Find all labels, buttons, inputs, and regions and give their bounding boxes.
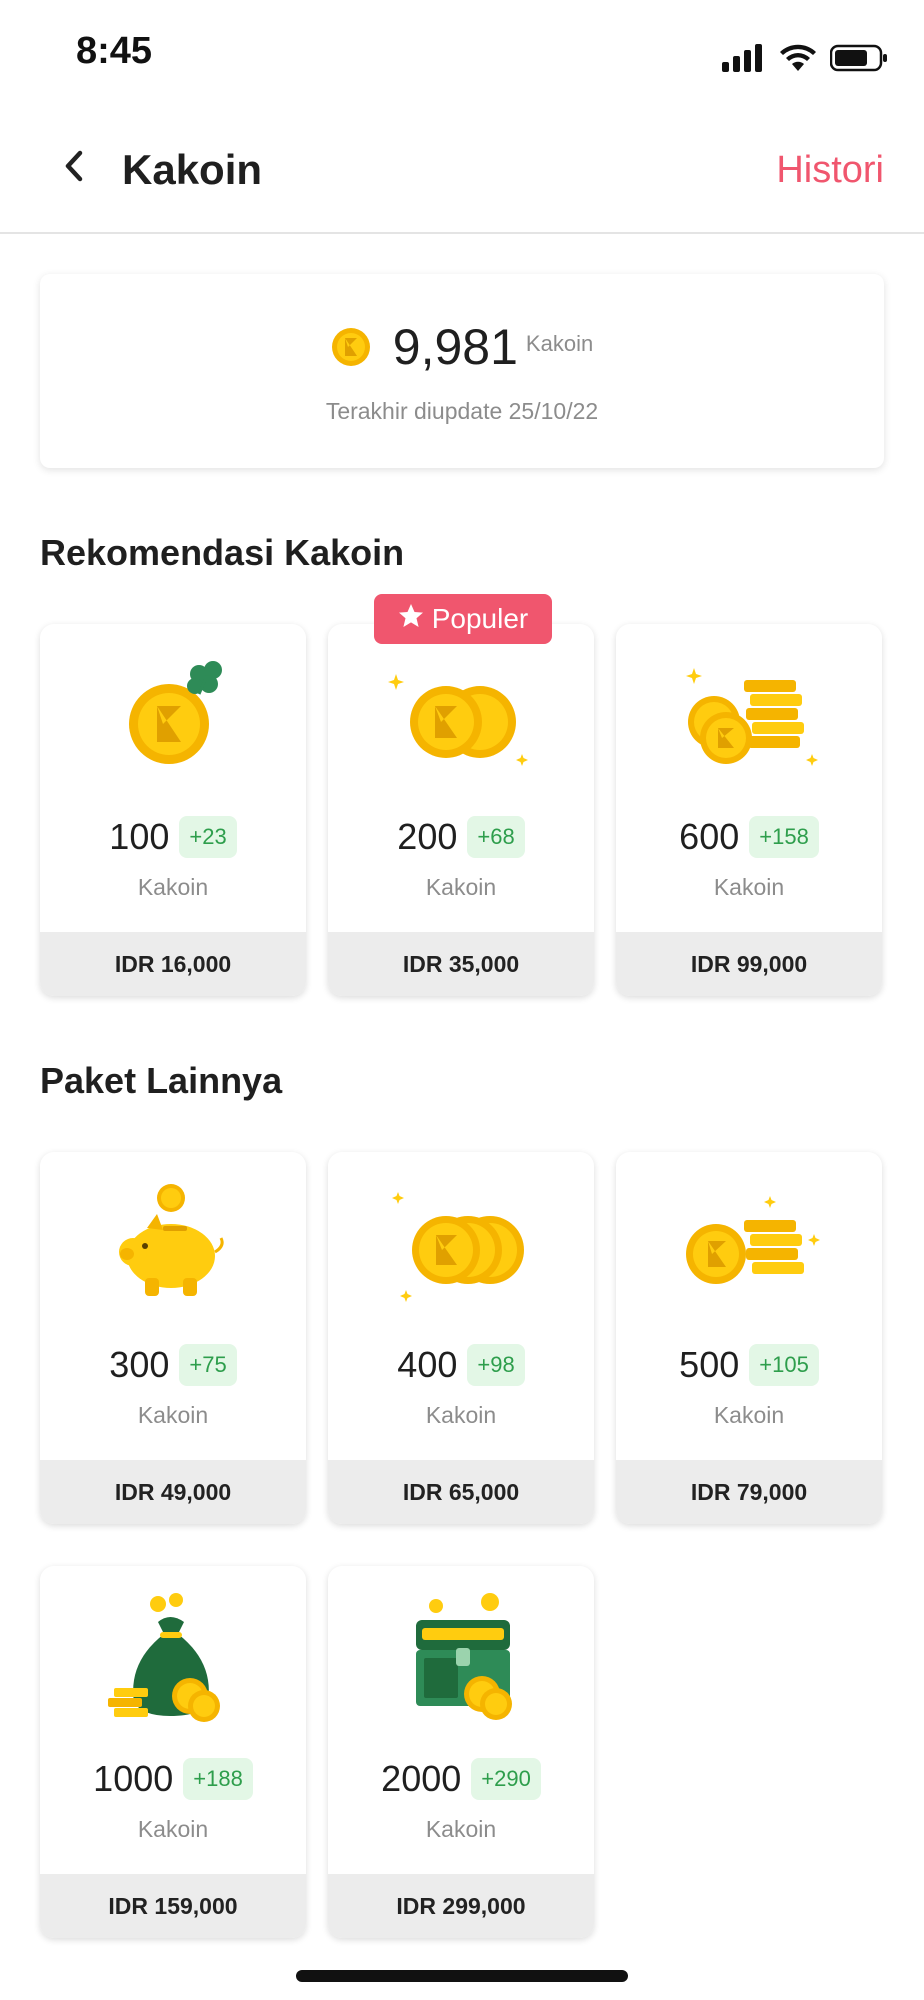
back-button[interactable] xyxy=(44,138,104,198)
battery-icon xyxy=(829,44,888,77)
two-coins-icon xyxy=(328,650,594,780)
treasure-chest-icon xyxy=(328,1592,594,1722)
populer-badge: Populer xyxy=(374,594,552,644)
section-title-recommended: Rekomendasi Kakoin xyxy=(40,532,405,573)
package-bonus-badge: +68 xyxy=(467,816,525,858)
package-amount: 200 xyxy=(397,816,458,857)
status-bar: 8:45 xyxy=(0,0,924,110)
package-unit: Kakoin xyxy=(137,1816,209,1842)
package-unit: Kakoin xyxy=(713,1402,785,1428)
single-coin-clover-icon xyxy=(40,650,306,780)
package-amount: 400 xyxy=(397,1344,458,1385)
package-card-1000[interactable]: 1000 +188 Kakoin IDR 159,000 xyxy=(40,1566,306,1938)
kakoin-coin-icon xyxy=(331,327,371,367)
chevron-left-icon xyxy=(63,149,85,188)
package-amount: 500 xyxy=(679,1344,740,1385)
coin-stack-icon xyxy=(616,1178,882,1308)
package-bonus-badge: +75 xyxy=(179,1344,237,1386)
package-price: IDR 16,000 xyxy=(40,932,306,996)
package-card-500[interactable]: 500 +105 Kakoin IDR 79,000 xyxy=(616,1152,882,1524)
section-title-others: Paket Lainnya xyxy=(40,1060,283,1101)
status-time: 8:45 xyxy=(76,30,153,72)
package-bonus-badge: +188 xyxy=(183,1758,253,1800)
package-card-600[interactable]: 600 +158 Kakoin IDR 99,000 xyxy=(616,624,882,996)
package-price: IDR 99,000 xyxy=(616,932,882,996)
package-unit: Kakoin xyxy=(425,1816,497,1842)
package-amount-row: 1000 +188 xyxy=(40,1758,306,1800)
package-amount-row: 200 +68 xyxy=(328,816,594,858)
package-price: IDR 65,000 xyxy=(328,1460,594,1524)
balance-amount: 9,981 xyxy=(392,319,518,375)
package-card-100[interactable]: 100 +23 Kakoin IDR 16,000 xyxy=(40,624,306,996)
package-amount-row: 2000 +290 xyxy=(328,1758,594,1800)
package-card-2000[interactable]: 2000 +290 Kakoin IDR 299,000 xyxy=(328,1566,594,1938)
package-amount-row: 600 +158 xyxy=(616,816,882,858)
package-price: IDR 49,000 xyxy=(40,1460,306,1524)
package-unit: Kakoin xyxy=(137,874,209,900)
package-amount: 600 xyxy=(679,816,740,857)
package-amount: 300 xyxy=(109,1344,170,1385)
package-price: IDR 79,000 xyxy=(616,1460,882,1524)
package-bonus-badge: +290 xyxy=(471,1758,541,1800)
package-card-300[interactable]: 300 +75 Kakoin IDR 49,000 xyxy=(40,1152,306,1524)
coin-stacks-icon xyxy=(616,650,882,780)
package-bonus-badge: +23 xyxy=(179,816,237,858)
balance-unit: Kakoin xyxy=(525,331,594,356)
piggy-bank-icon xyxy=(40,1178,306,1308)
package-amount-row: 400 +98 xyxy=(328,1344,594,1386)
package-bonus-badge: +105 xyxy=(749,1344,819,1386)
package-price: IDR 35,000 xyxy=(328,932,594,996)
wifi-icon xyxy=(780,44,816,77)
package-bonus-badge: +98 xyxy=(467,1344,525,1386)
package-amount-row: 300 +75 xyxy=(40,1344,306,1386)
package-amount: 2000 xyxy=(381,1758,462,1799)
package-price: IDR 299,000 xyxy=(328,1874,594,1938)
money-bag-icon xyxy=(40,1592,306,1722)
package-card-400[interactable]: 400 +98 Kakoin IDR 65,000 xyxy=(328,1152,594,1524)
cellular-signal-icon xyxy=(722,43,766,77)
balance-row: 9,981 Kakoin xyxy=(40,318,884,376)
package-unit: Kakoin xyxy=(425,1402,497,1428)
status-icons xyxy=(722,40,888,80)
package-card-200[interactable]: 200 +68 Kakoin IDR 35,000 xyxy=(328,624,594,996)
package-bonus-badge: +158 xyxy=(749,816,819,858)
package-amount: 1000 xyxy=(93,1758,174,1799)
balance-card: 9,981 Kakoin Terakhir diupdate 25/10/22 xyxy=(40,274,884,468)
nav-bar: Kakoin Histori xyxy=(0,110,924,234)
package-unit: Kakoin xyxy=(713,874,785,900)
package-amount: 100 xyxy=(109,816,170,857)
home-indicator xyxy=(296,1970,628,1982)
page-title: Kakoin xyxy=(122,146,263,193)
package-amount-row: 100 +23 xyxy=(40,816,306,858)
three-coins-icon xyxy=(328,1178,594,1308)
balance-updated-text: Terakhir diupdate 25/10/22 xyxy=(325,398,599,424)
package-amount-row: 500 +105 xyxy=(616,1344,882,1386)
populer-label: Populer xyxy=(431,603,529,634)
star-icon xyxy=(398,603,424,636)
package-price: IDR 159,000 xyxy=(40,1874,306,1938)
histori-link[interactable]: Histori xyxy=(776,140,884,200)
package-unit: Kakoin xyxy=(137,1402,209,1428)
package-unit: Kakoin xyxy=(425,874,497,900)
